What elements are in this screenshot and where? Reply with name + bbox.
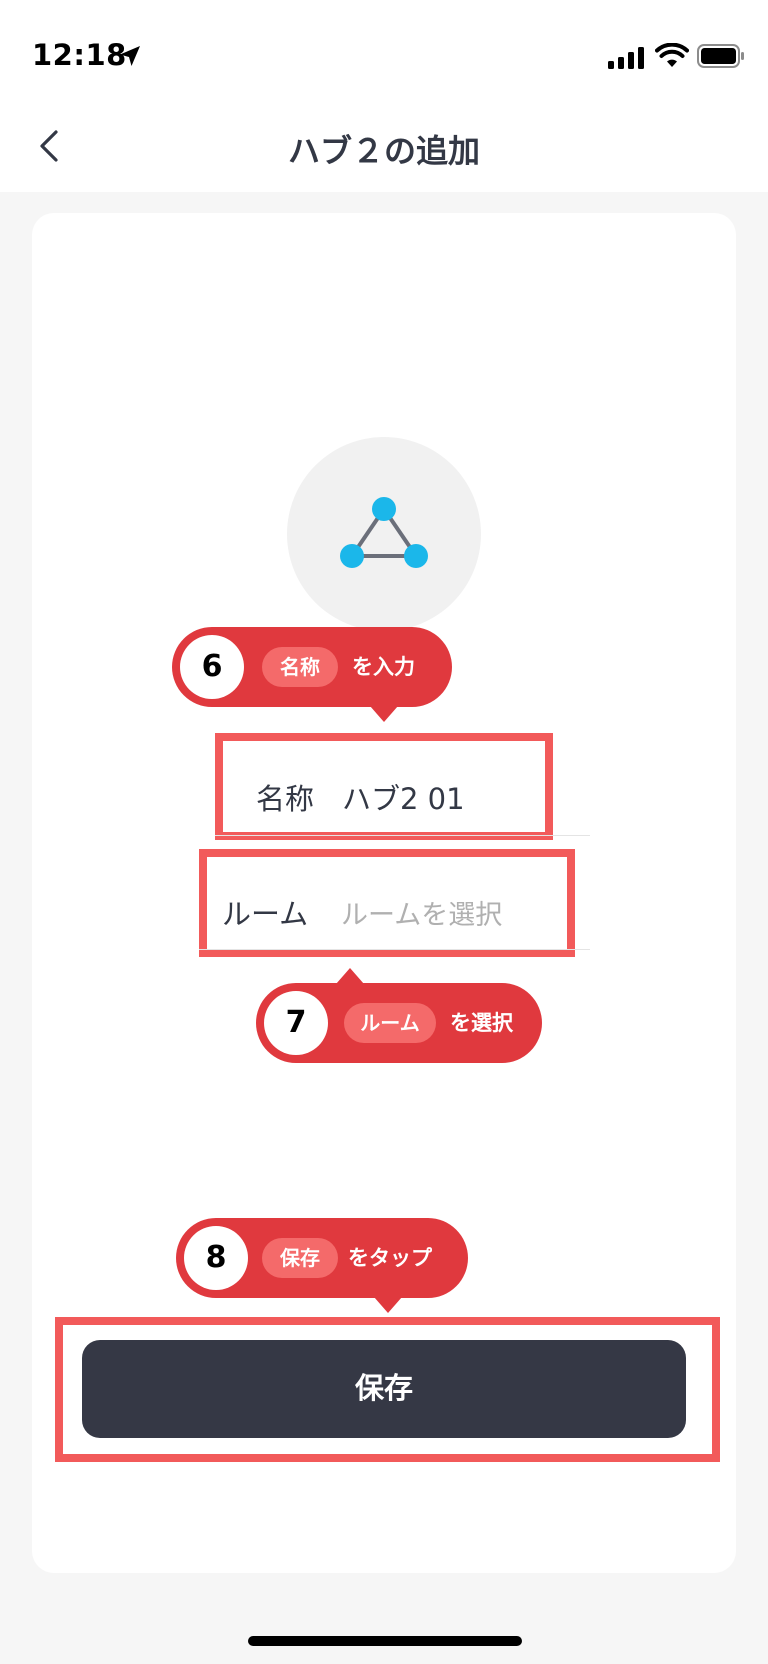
room-field-label: ルーム	[222, 897, 309, 931]
status-bar: 12:18	[0, 0, 768, 100]
room-select[interactable]: ルームを選択	[341, 893, 502, 932]
name-field-divider	[215, 835, 590, 836]
callout-chip: 名称	[262, 647, 338, 687]
hub-network-icon	[340, 497, 428, 568]
wifi-icon	[655, 43, 689, 67]
callout-tail	[374, 1297, 402, 1313]
battery-icon	[697, 44, 744, 68]
callout-chip: ルーム	[344, 1003, 436, 1043]
callout-chip: 保存	[262, 1238, 338, 1278]
save-button[interactable]: 保存	[82, 1340, 686, 1438]
callout-action: を入力	[352, 655, 415, 679]
callout-step-6: 6 名称 を入力	[172, 627, 452, 707]
status-time: 12:18	[32, 38, 127, 72]
home-indicator[interactable]	[248, 1636, 522, 1646]
room-field-divider	[199, 949, 590, 950]
callout-step-7: 7 ルーム を選択	[256, 983, 542, 1063]
callout-step-8: 8 保存 をタップ	[176, 1218, 468, 1298]
callout-number: 6	[180, 635, 244, 699]
callout-tail	[336, 968, 364, 984]
page-title: ハブ２の追加	[287, 132, 480, 170]
location-arrow-icon	[120, 46, 140, 66]
callout-action: をタップ	[348, 1246, 432, 1270]
cellular-signal-icon	[608, 47, 644, 69]
nav-bar: ハブ２の追加	[0, 100, 768, 192]
name-field-label: 名称	[256, 782, 315, 816]
name-input[interactable]: ハブ2 01	[342, 776, 465, 818]
callout-action: を選択	[450, 1011, 513, 1035]
callout-tail	[370, 706, 398, 722]
callout-number: 7	[264, 991, 328, 1055]
callout-number: 8	[184, 1226, 248, 1290]
